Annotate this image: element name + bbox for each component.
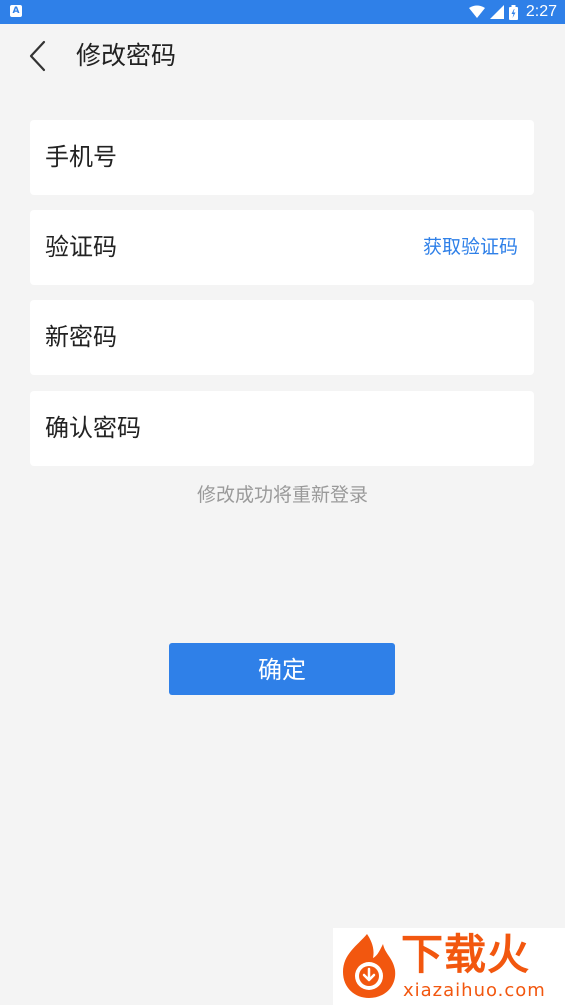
header: 修改密码 <box>0 24 565 88</box>
watermark-subtitle: xiazaihuo.com <box>403 980 546 1001</box>
confirm-button[interactable]: 确定 <box>169 643 395 695</box>
confirm-password-input[interactable] <box>180 409 414 449</box>
verification-code-input[interactable] <box>180 228 384 268</box>
new-password-field[interactable]: 新密码 <box>30 300 534 375</box>
watermark-title: 下载火 <box>401 930 531 979</box>
phone-field[interactable]: 手机号 <box>30 120 534 195</box>
chevron-left-icon <box>29 40 46 72</box>
confirm-password-label: 确认密码 <box>45 414 141 442</box>
verification-code-field[interactable]: 验证码 获取验证码 <box>30 210 534 285</box>
status-time: 2:27 <box>525 3 557 20</box>
flame-logo-icon <box>343 934 396 998</box>
phone-label: 手机号 <box>45 143 117 171</box>
page-title: 修改密码 <box>76 41 177 70</box>
confirm-password-field[interactable]: 确认密码 <box>30 391 534 466</box>
verification-code-label: 验证码 <box>45 233 117 261</box>
change-password-screen: A 2:27 修改密码 手机号 验证码 获取验证码 新密码 确认密码 修改成功将… <box>0 0 565 1005</box>
relogin-hint: 修改成功将重新登录 <box>196 484 368 506</box>
status-bar: A 2:27 <box>0 0 565 24</box>
phone-input[interactable] <box>180 138 414 178</box>
watermark: 下载火 xiazaihuo.com <box>333 928 565 1005</box>
status-icons: 2:27 <box>468 0 557 24</box>
wifi-icon <box>468 5 485 18</box>
new-password-label: 新密码 <box>45 323 117 351</box>
notification-icon: A <box>10 5 22 17</box>
get-code-button[interactable]: 获取验证码 <box>423 210 518 285</box>
new-password-input[interactable] <box>180 318 414 358</box>
signal-icon <box>489 5 504 19</box>
back-button[interactable] <box>24 38 56 74</box>
battery-icon <box>508 4 518 20</box>
